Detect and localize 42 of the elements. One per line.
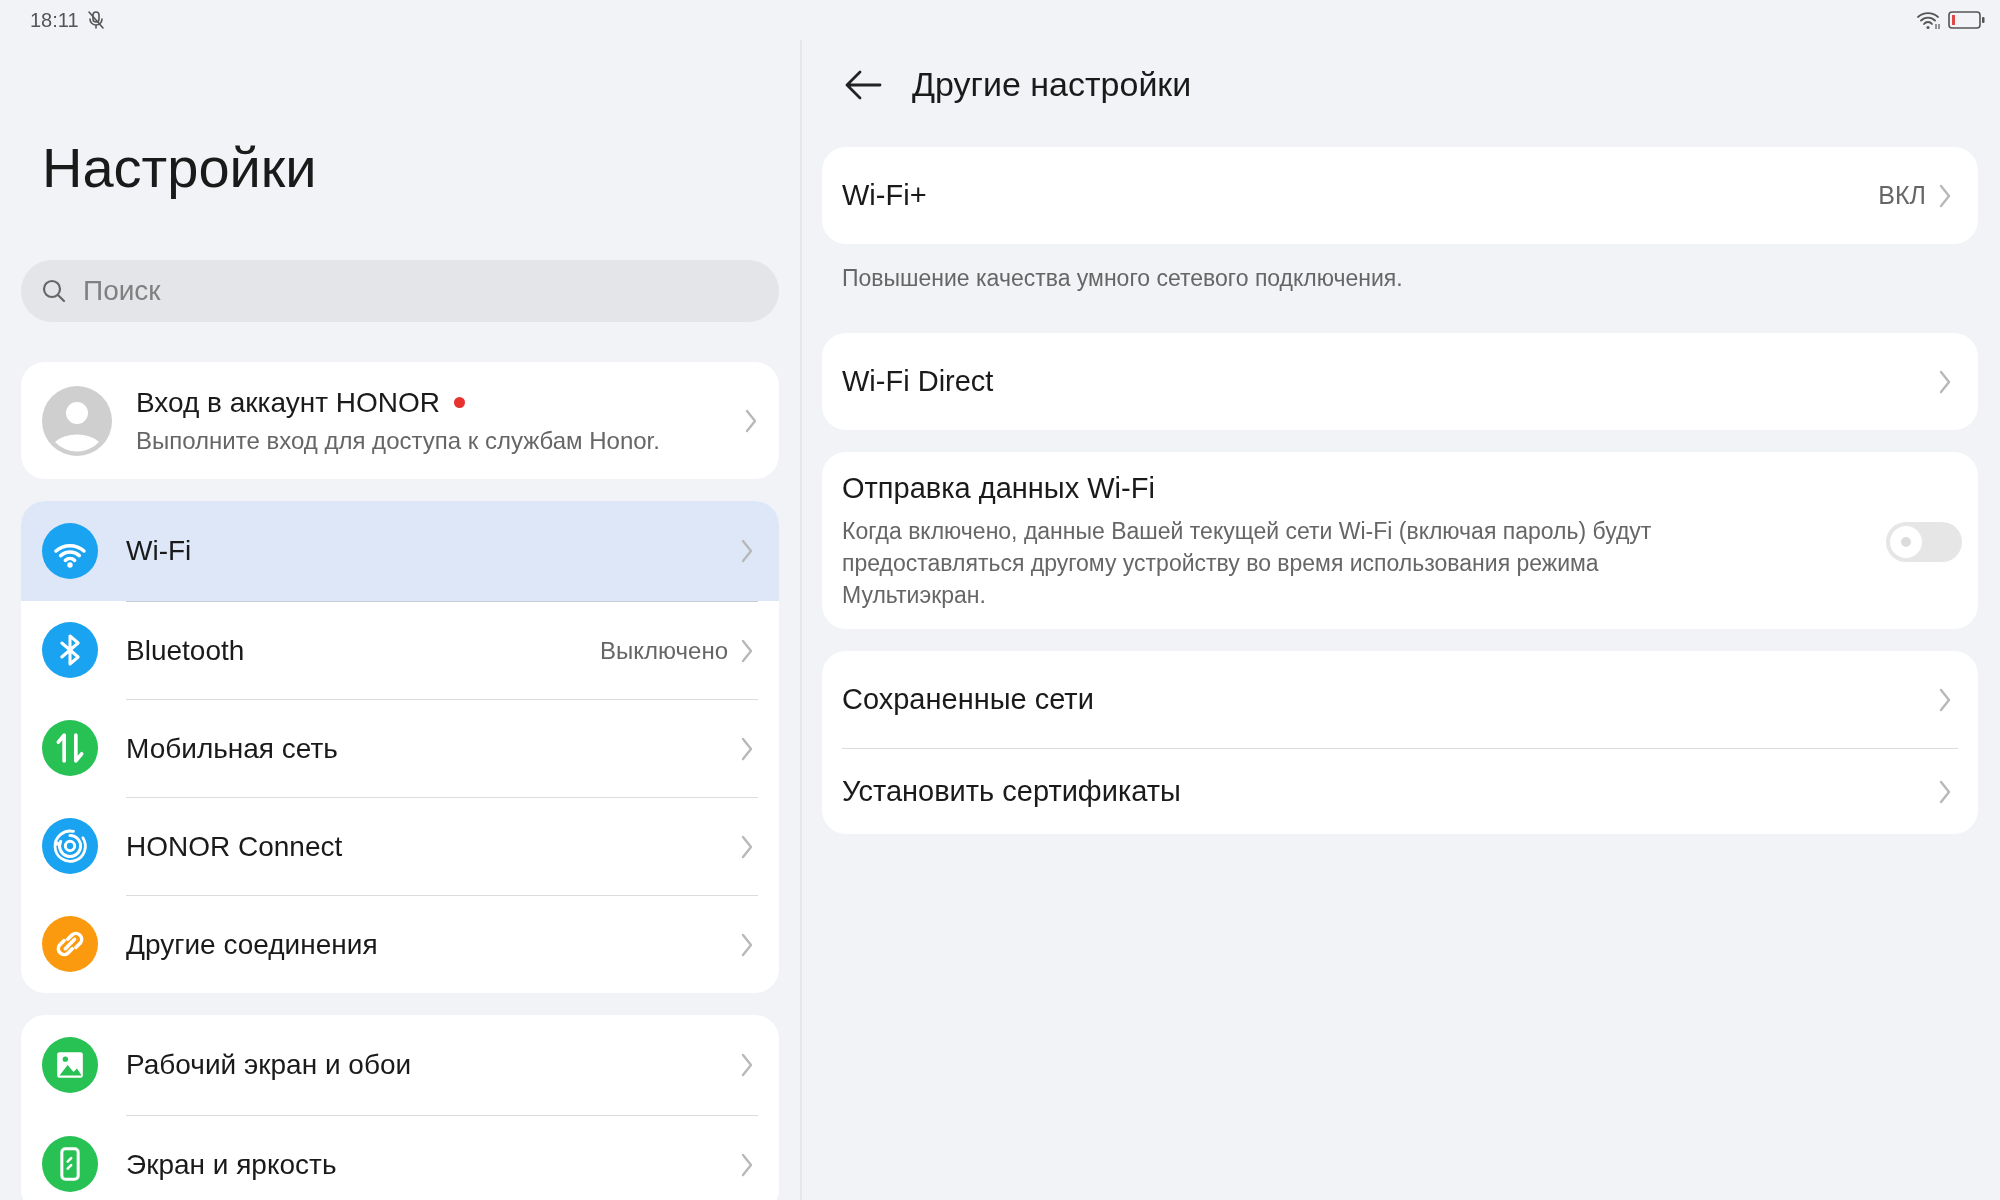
chevron-icon (744, 407, 758, 434)
chevron-icon (1938, 368, 1952, 395)
avatar-icon (42, 385, 112, 456)
chevron-icon (740, 538, 754, 564)
chevron-icon (740, 1052, 754, 1078)
search-icon (41, 278, 67, 304)
settings-item[interactable]: Wi-Fi+ ВКЛ (822, 147, 1978, 244)
chevron-icon (1938, 182, 1952, 209)
settings-item[interactable]: Экран и яркость (21, 1115, 779, 1200)
settings-item[interactable]: Мобильная сеть (21, 699, 779, 797)
settings-item[interactable]: Wi-Fi Direct (822, 333, 1978, 430)
account-subtitle: Выполните вход для доступа к службам Honor. (136, 426, 661, 455)
account-title: Вход в аккаунт HONOR (136, 386, 440, 419)
page-title: Настройки (42, 136, 317, 200)
setting-title: Отправка данных Wi-Fi (842, 472, 1156, 505)
status-text: ВКЛ (1878, 181, 1926, 210)
chevron-icon (1938, 778, 1952, 805)
setting-description: Когда включено, данные Вашей текущей сети Wi-Fi (включая пароль) будут предоставляться другому устройству во время использования режима Мультиэкран. (842, 517, 1653, 610)
wifi-signal-icon (1916, 10, 1942, 30)
chevron-icon (1938, 686, 1952, 713)
battery-icon (1948, 10, 1986, 30)
toggle-switch[interactable] (1886, 521, 1962, 562)
muted-microphone-icon (86, 10, 105, 30)
settings-item[interactable]: HONOR Connect (21, 797, 779, 895)
chevron-icon (740, 833, 754, 860)
settings-item[interactable]: Сохраненные сети (822, 651, 1978, 748)
account-card[interactable]: Вход в аккаунт HONOR Выполните вход для доступа к службам Honor. (21, 362, 779, 479)
page-title: Другие настройки (912, 65, 1192, 104)
settings-item[interactable]: Другие соединения (21, 895, 779, 993)
settings-item[interactable]: Установить сертификаты (842, 748, 1958, 834)
back-arrow-icon[interactable] (844, 68, 882, 101)
chevron-icon (740, 637, 754, 664)
settings-item[interactable]: Bluetooth Выключено (21, 601, 779, 699)
chevron-icon (740, 735, 754, 762)
settings-item[interactable]: Рабочий экран и обои (21, 1015, 779, 1115)
chevron-icon (740, 1151, 754, 1178)
search-field[interactable]: Поиск (21, 260, 779, 322)
chevron-icon (740, 931, 754, 958)
status-text: Выключено (600, 636, 728, 665)
settings-item[interactable]: Wi-Fi (21, 501, 779, 601)
clock-time: 18:11 (30, 8, 79, 32)
hint-text: Повышение качества умного сетевого подключения. (841, 264, 1404, 293)
